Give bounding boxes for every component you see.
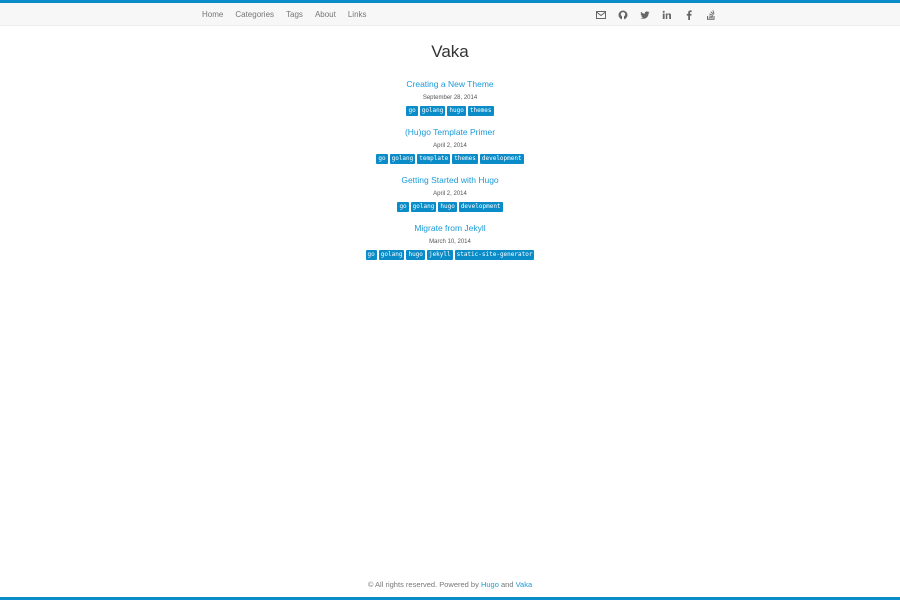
tag-badge[interactable]: themes	[452, 154, 478, 164]
tag-badge[interactable]: hugo	[447, 106, 466, 116]
post-item: Getting Started with Hugo April 2, 2014 …	[0, 170, 900, 218]
site-title: Vaka	[431, 42, 469, 61]
footer-and: and	[500, 580, 514, 589]
post-date: April 2, 2014	[433, 191, 467, 197]
post-tags: go golang template themes development	[0, 154, 900, 164]
tag-badge[interactable]: go	[406, 106, 418, 116]
twitter-icon[interactable]	[634, 3, 656, 26]
navbar: Home Categories Tags About Links	[0, 3, 900, 26]
post-date: April 2, 2014	[433, 143, 467, 149]
post-title-link[interactable]: Migrate from Jekyll	[414, 222, 485, 234]
post-title-link[interactable]: Creating a New Theme	[406, 78, 493, 90]
footer-text: © All rights reserved. Powered by	[367, 580, 479, 589]
tag-badge[interactable]: jekyll	[426, 250, 453, 260]
tag-badge[interactable]: go	[397, 202, 409, 212]
tag-badge[interactable]: static-site-generator	[454, 250, 535, 260]
linkedin-icon[interactable]	[656, 3, 678, 26]
nav-link-links[interactable]: Links	[342, 10, 373, 19]
github-icon[interactable]	[612, 3, 634, 26]
tag-badge[interactable]: themes	[467, 106, 494, 116]
tag-badge[interactable]: hugo	[438, 202, 457, 212]
post-tags: go golang hugo themes	[0, 106, 900, 116]
post-date: September 28, 2014	[422, 95, 478, 101]
tag-badge[interactable]: go	[365, 250, 377, 260]
envelope-icon[interactable]	[590, 3, 612, 26]
tag-badge[interactable]: hugo	[406, 250, 425, 260]
nav-link-home[interactable]: Home	[196, 10, 229, 19]
tag-badge[interactable]: golang	[389, 154, 416, 164]
tag-badge[interactable]: template	[417, 154, 451, 164]
tag-badge[interactable]: development	[479, 154, 524, 164]
post-title-link[interactable]: (Hu)go Template Primer	[405, 126, 495, 138]
nav-links: Home Categories Tags About Links	[196, 3, 373, 26]
stackoverflow-icon[interactable]	[700, 3, 722, 26]
post-tags: go golang hugo jekyll static-site-genera…	[0, 250, 900, 260]
nav-link-about[interactable]: About	[309, 10, 342, 19]
tag-badge[interactable]: golang	[419, 106, 446, 116]
post-list: Creating a New Theme September 28, 2014 …	[0, 74, 900, 266]
post-date: March 10, 2014	[429, 239, 471, 245]
post-item: (Hu)go Template Primer April 2, 2014 go …	[0, 122, 900, 170]
tag-badge[interactable]: go	[376, 154, 388, 164]
social-icons	[590, 3, 722, 26]
nav-link-categories[interactable]: Categories	[229, 10, 280, 19]
post-item: Migrate from Jekyll March 10, 2014 go go…	[0, 218, 900, 266]
post-title-link[interactable]: Getting Started with Hugo	[401, 174, 498, 186]
post-item: Creating a New Theme September 28, 2014 …	[0, 74, 900, 122]
footer-hugo-link[interactable]: Hugo	[481, 580, 499, 589]
footer-vaka-link[interactable]: Vaka	[516, 580, 533, 589]
tag-badge[interactable]: golang	[410, 202, 437, 212]
footer: © All rights reserved. Powered by Hugo a…	[0, 580, 900, 589]
nav-link-tags[interactable]: Tags	[280, 10, 309, 19]
tag-badge[interactable]: development	[458, 202, 503, 212]
post-tags: go golang hugo development	[0, 202, 900, 212]
facebook-icon[interactable]	[678, 3, 700, 26]
tag-badge[interactable]: golang	[378, 250, 405, 260]
